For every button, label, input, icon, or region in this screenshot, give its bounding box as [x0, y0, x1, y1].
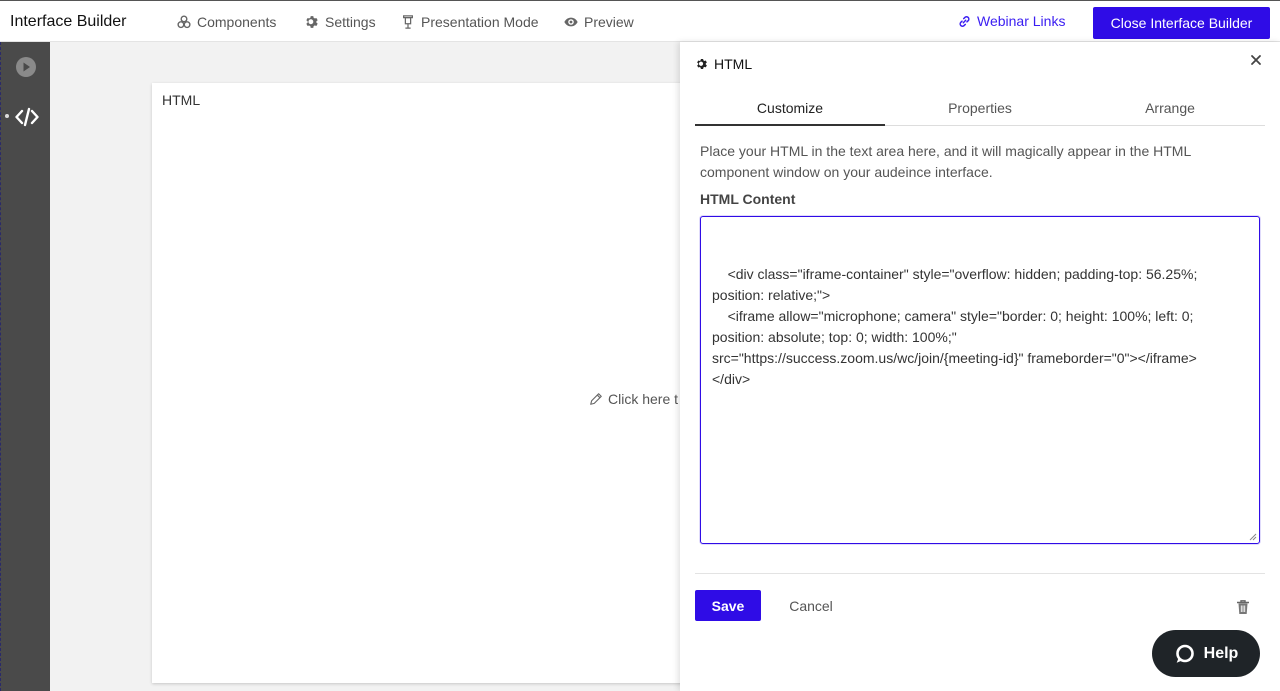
- gear-icon: [697, 58, 707, 70]
- help-button[interactable]: Help: [1152, 630, 1260, 677]
- builder-canvas: HTML Click here t: [50, 42, 692, 691]
- panel-close-button[interactable]: [1248, 52, 1264, 68]
- close-interface-builder-button[interactable]: Close Interface Builder: [1093, 7, 1270, 39]
- component-edit-hint[interactable]: Click here t: [589, 391, 678, 407]
- html-content-label: HTML Content: [700, 191, 796, 207]
- nav-preview-label: Preview: [584, 14, 634, 30]
- trash-icon: [1237, 600, 1249, 614]
- html-content-textarea[interactable]: <div class="iframe-container" style="ove…: [700, 216, 1260, 544]
- tab-arrange[interactable]: Arrange: [1075, 98, 1265, 126]
- webinar-links-link[interactable]: Webinar Links: [958, 13, 1065, 29]
- left-sidebar: [0, 42, 50, 691]
- nav-preview[interactable]: Preview: [564, 13, 634, 31]
- tab-customize[interactable]: Customize: [695, 98, 885, 126]
- pencil-icon: [590, 393, 602, 405]
- component-title: HTML: [162, 92, 201, 108]
- nav-settings-label: Settings: [325, 14, 376, 30]
- tab-properties[interactable]: Properties: [885, 98, 1075, 126]
- link-icon: [959, 15, 970, 27]
- save-button[interactable]: Save: [695, 590, 761, 621]
- play-button[interactable]: [15, 56, 37, 78]
- presentation-icon: [403, 15, 413, 29]
- nav-presentation-label: Presentation Mode: [421, 14, 539, 30]
- delete-component-button[interactable]: [1236, 599, 1250, 615]
- app-title: Interface Builder: [10, 13, 127, 30]
- play-icon: [16, 57, 36, 77]
- eye-icon: [564, 17, 578, 27]
- close-icon: [1251, 55, 1261, 65]
- nav-components-label: Components: [197, 14, 277, 30]
- resize-handle-icon[interactable]: [1249, 533, 1257, 541]
- cancel-button[interactable]: Cancel: [778, 590, 844, 621]
- panel-tabs: Customize Properties Arrange: [695, 98, 1265, 126]
- nav-settings[interactable]: Settings: [305, 13, 376, 31]
- code-icon: [15, 107, 39, 127]
- panel-header: HTML: [696, 56, 752, 72]
- top-navigation-bar: Interface Builder Components Settings Pr…: [0, 0, 1280, 42]
- active-indicator: [5, 114, 9, 118]
- chat-icon: [1175, 644, 1194, 663]
- html-component-button[interactable]: [15, 107, 39, 127]
- nav-components[interactable]: Components: [177, 13, 276, 31]
- html-content-value: <div class="iframe-container" style="ove…: [712, 266, 1198, 387]
- component-edit-label: Click here t: [608, 391, 679, 407]
- panel-divider: [695, 573, 1265, 574]
- help-label: Help: [1203, 644, 1239, 662]
- webinar-links-label: Webinar Links: [977, 13, 1066, 29]
- nav-presentation-mode[interactable]: Presentation Mode: [401, 13, 539, 31]
- gear-icon: [306, 16, 318, 28]
- html-component-card[interactable]: HTML Click here t: [152, 83, 692, 683]
- panel-description: Place your HTML in the text area here, a…: [700, 143, 1191, 180]
- panel-title: HTML: [714, 56, 753, 72]
- component-editor-panel: HTML Customize Properties Arrange Place …: [680, 42, 1280, 691]
- components-icon: [177, 15, 191, 29]
